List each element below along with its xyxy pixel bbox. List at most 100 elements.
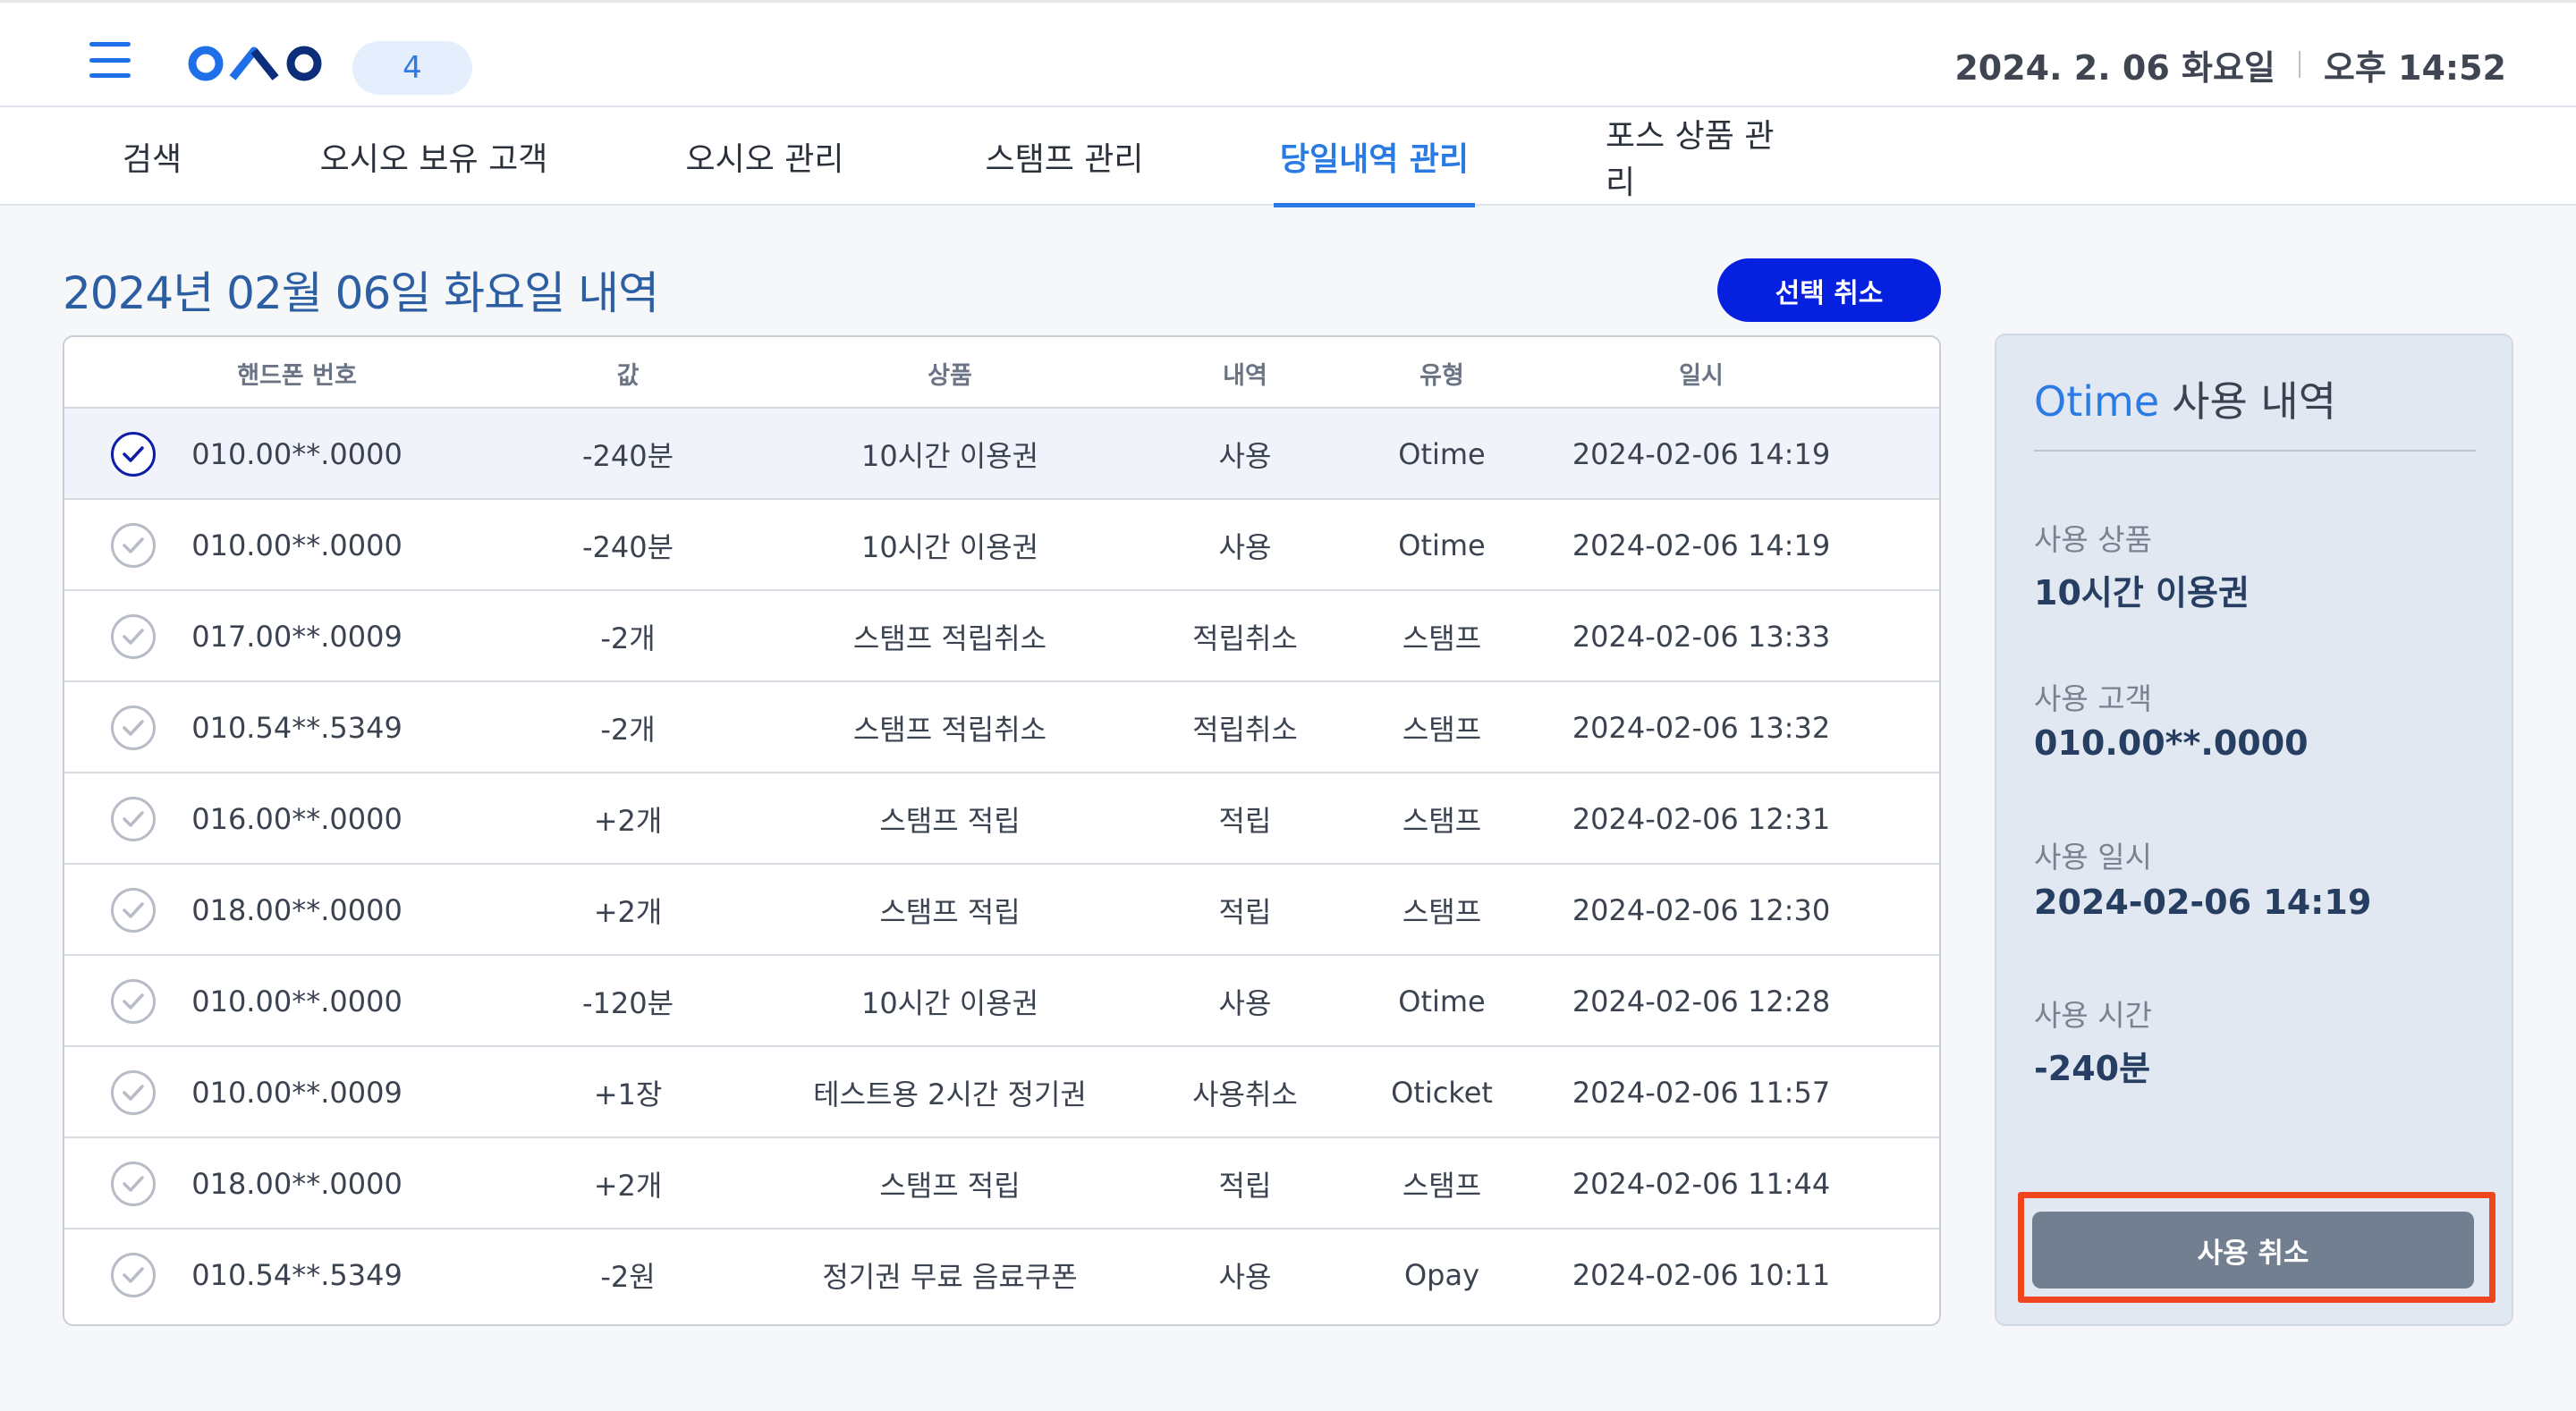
field-value-customer: 010.00**.0000 — [2034, 723, 2309, 763]
current-date: 2024. 2. 06 화요일 — [1954, 47, 2275, 88]
cell-type: 스탬프 — [1402, 713, 1482, 747]
cell-type: Oticket — [1391, 1076, 1493, 1110]
cell-product: 테스트용 2시간 정기권 — [813, 1077, 1087, 1111]
cell-history: 적립 — [1218, 895, 1272, 929]
column-header-type: 유형 — [1419, 361, 1464, 390]
cell-product: 10시간 이용권 — [860, 439, 1039, 473]
check-circle-icon[interactable] — [111, 432, 156, 477]
cell-history: 사용 — [1218, 1260, 1272, 1294]
check-circle-icon[interactable] — [111, 1253, 156, 1297]
cell-value: -2개 — [600, 713, 656, 747]
page-title: 2024년 02월 06일 화요일 내역 — [63, 267, 659, 319]
check-circle-icon[interactable] — [111, 706, 156, 750]
usage-detail-panel: Otime 사용 내역 사용 상품 10시간 이용권 사용 고객 010.00*… — [1995, 334, 2513, 1326]
check-circle-icon[interactable] — [111, 979, 156, 1024]
cell-datetime: 2024-02-06 13:32 — [1572, 711, 1831, 745]
cell-value: +2개 — [593, 1169, 663, 1203]
field-value-duration: -240분 — [2034, 1049, 2151, 1088]
use-cancel-button[interactable]: 사용 취소 — [2032, 1212, 2474, 1288]
cell-type: Otime — [1398, 528, 1486, 562]
check-circle-icon[interactable] — [111, 797, 156, 841]
cell-phone: 010.00**.0009 — [191, 1076, 402, 1110]
cell-phone: 018.00**.0000 — [191, 893, 402, 927]
cell-phone: 018.00**.0000 — [191, 1167, 402, 1201]
cell-value: +1장 — [593, 1077, 663, 1111]
cell-product: 정기권 무료 음료쿠폰 — [822, 1260, 1078, 1294]
cell-phone: 010.00**.0000 — [191, 437, 402, 471]
tab-search[interactable]: 검색 — [107, 107, 197, 206]
cell-value: +2개 — [593, 804, 663, 838]
column-header-history: 내역 — [1223, 361, 1267, 390]
cell-value: -240분 — [581, 530, 674, 564]
cell-phone: 016.00**.0000 — [191, 802, 402, 836]
cell-history: 적립 — [1218, 1169, 1272, 1203]
field-value-datetime: 2024-02-06 14:19 — [2034, 883, 2372, 922]
panel-title: Otime 사용 내역 — [2034, 369, 2336, 428]
field-label-customer: 사용 고객 — [2034, 681, 2152, 716]
cell-datetime: 2024-02-06 12:30 — [1572, 893, 1831, 927]
cell-type: 스탬프 — [1402, 895, 1482, 929]
cell-type: Opay — [1403, 1258, 1480, 1292]
table-row[interactable]: 018.00**.0000 +2개 스탬프 적립 적립 스탬프 2024-02-06 12… — [64, 865, 1939, 956]
current-time: 오후 14:52 — [2323, 47, 2506, 88]
panel-title-accent: Otime — [2034, 377, 2160, 426]
table-row[interactable]: 010.54**.5349 -2원 정기권 무료 음료쿠폰 사용 Opay 2024-02… — [64, 1229, 1939, 1321]
cell-datetime: 2024-02-06 12:28 — [1572, 984, 1831, 1018]
table-row[interactable]: 010.00**.0000 -120분 10시간 이용권 사용 Otime 2024-02… — [64, 956, 1939, 1047]
cancel-selected-button[interactable]: 선택 취소 — [1717, 258, 1941, 322]
check-circle-icon[interactable] — [111, 1070, 156, 1115]
table-header: 핸드폰 번호 값 상품 내역 유형 일시 — [64, 337, 1939, 409]
cell-type: Otime — [1398, 984, 1486, 1018]
cell-datetime: 2024-02-06 13:33 — [1572, 620, 1831, 654]
table-row[interactable]: 017.00**.0009 -2개 스탬프 적립취소 적립취소 스탬프 2024-02-0… — [64, 591, 1939, 682]
cell-type: 스탬프 — [1402, 804, 1482, 838]
cell-type: 스탬프 — [1402, 1169, 1482, 1203]
cell-phone: 010.54**.5349 — [191, 711, 402, 745]
column-header-datetime: 일시 — [1679, 361, 1724, 390]
check-circle-icon[interactable] — [111, 523, 156, 568]
count-badge[interactable]: 4 — [352, 41, 472, 95]
tab-oseeo-customers[interactable]: 오시오 보유 고객 — [313, 107, 555, 206]
table-row[interactable]: 010.54**.5349 -2개 스탬프 적립취소 적립취소 스탬프 2024-02-0… — [64, 682, 1939, 773]
top-header: 4 2024. 2. 06 화요일 오후 14:52 — [0, 0, 2576, 107]
cell-datetime: 2024-02-06 11:44 — [1572, 1167, 1831, 1201]
cell-phone: 010.00**.0000 — [191, 984, 402, 1018]
field-value-product: 10시간 이용권 — [2034, 573, 2250, 613]
menu-icon[interactable] — [89, 42, 131, 78]
main-nav-tabs: 검색 오시오 보유 고객 오시오 관리 스탬프 관리 당일내역 관리 포스 상품… — [0, 107, 2576, 207]
tab-stamp-management[interactable]: 스탬프 관리 — [975, 107, 1154, 206]
column-header-value: 값 — [616, 361, 640, 390]
cell-history: 사용취소 — [1192, 1077, 1298, 1111]
table-row[interactable]: 016.00**.0000 +2개 스탬프 적립 적립 스탬프 2024-02-06 12… — [64, 773, 1939, 865]
check-circle-icon[interactable] — [111, 614, 156, 659]
table-row[interactable]: 010.00**.0000 -240분 10시간 이용권 사용 Otime 2024-02… — [64, 500, 1939, 591]
cell-history: 사용 — [1218, 530, 1272, 564]
cell-phone: 010.54**.5349 — [191, 1258, 402, 1292]
check-circle-icon[interactable] — [111, 888, 156, 933]
check-circle-icon[interactable] — [111, 1162, 156, 1206]
cell-product: 스탬프 적립 — [879, 1169, 1021, 1203]
cell-product: 10시간 이용권 — [860, 986, 1039, 1020]
field-label-duration: 사용 시간 — [2034, 998, 2152, 1033]
datetime-divider — [2298, 51, 2301, 78]
brand-logo[interactable] — [186, 44, 326, 83]
cell-type: Otime — [1398, 437, 1486, 471]
cell-history: 적립 — [1218, 804, 1272, 838]
field-label-product: 사용 상품 — [2034, 522, 2152, 557]
tab-oseeo-management[interactable]: 오시오 관리 — [675, 107, 854, 206]
panel-title-text: 사용 내역 — [2172, 377, 2337, 426]
table-row[interactable]: 010.00**.0009 +1장 테스트용 2시간 정기권 사용취소 Oticket 2… — [64, 1047, 1939, 1138]
tab-daily-history[interactable]: 당일내역 관리 — [1274, 107, 1475, 207]
table-row[interactable]: 018.00**.0000 +2개 스탬프 적립 적립 스탬프 2024-02-06 11… — [64, 1138, 1939, 1229]
tab-pos-products[interactable]: 포스 상품 관리 — [1606, 107, 1802, 206]
cell-phone: 017.00**.0009 — [191, 620, 402, 654]
column-header-phone: 핸드폰 번호 — [237, 361, 357, 390]
cell-type: 스탬프 — [1402, 621, 1482, 655]
cell-history: 사용 — [1218, 439, 1272, 473]
cell-value: +2개 — [593, 895, 663, 929]
table-row[interactable]: 010.00**.0000 -240분 10시간 이용권 사용 Otime 2024-02… — [64, 409, 1939, 500]
cell-history: 사용 — [1218, 986, 1272, 1020]
cell-datetime: 2024-02-06 14:19 — [1572, 528, 1831, 562]
cell-history: 적립취소 — [1192, 713, 1298, 747]
cell-value: -2원 — [600, 1260, 656, 1294]
